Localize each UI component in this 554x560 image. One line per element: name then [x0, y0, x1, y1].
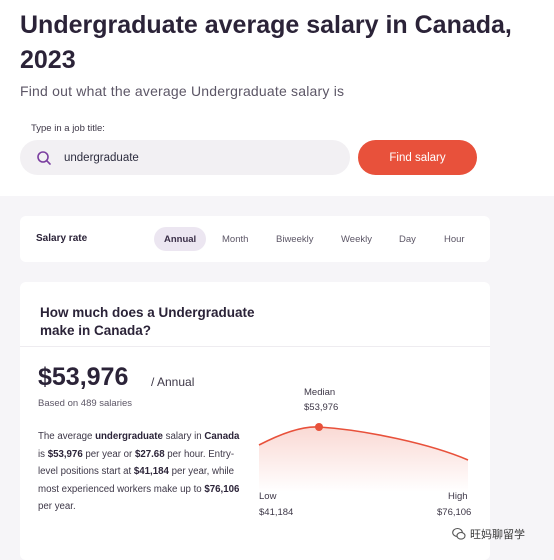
desc-text: per year. [38, 501, 76, 512]
low-label: Low [259, 491, 277, 502]
salary-question-heading: How much does a Undergraduate make in Ca… [40, 305, 255, 338]
page-subtitle: Find out what the average Undergraduate … [20, 83, 345, 99]
high-value: $76,106 [437, 507, 472, 518]
desc-text: per year or [82, 448, 135, 460]
tab-annual[interactable]: Annual [154, 227, 207, 251]
salary-description: The average undergraduate salary in Cana… [38, 428, 244, 516]
page-title: Undergraduate average salary in Canada, … [20, 11, 512, 74]
desc-hourly: $27.68 [134, 448, 165, 460]
watermark: 旺妈聊留学 [452, 526, 525, 542]
desc-entry: $41,184 [133, 466, 169, 477]
salary-summary-card: How much does a Undergraduate make in Ca… [20, 282, 490, 560]
watermark-text: 旺妈聊留学 [470, 529, 525, 541]
desc-text: The average [38, 431, 96, 442]
desc-annual: $53,976 [47, 448, 83, 460]
job-title-search-input[interactable]: undergraduate [20, 140, 350, 175]
search-icon [36, 150, 52, 166]
search-label: Type in a job title: [31, 123, 105, 134]
desc-job: undergraduate [95, 431, 163, 442]
find-salary-button[interactable]: Find salary [358, 140, 477, 175]
tab-month[interactable]: Month [212, 227, 258, 251]
tab-weekly[interactable]: Weekly [331, 227, 382, 251]
desc-country: Canada [204, 431, 240, 442]
low-value: $41,184 [259, 507, 294, 518]
tab-biweekly[interactable]: Biweekly [266, 227, 324, 251]
high-label: High [448, 491, 468, 502]
median-marker [315, 423, 323, 431]
search-value[interactable]: undergraduate [64, 152, 139, 164]
desc-text: salary in [162, 431, 205, 442]
salary-rate-card: Salary rate Annual Month Biweekly Weekly… [20, 216, 490, 262]
salary-distribution-chart: Median $53,976 Low $41,184 High $76,106 [256, 382, 486, 522]
tab-hour[interactable]: Hour [434, 227, 475, 251]
salary-rate-label: Salary rate [36, 233, 88, 244]
average-salary-amount: $53,976 [38, 363, 129, 391]
desc-text: is [38, 448, 48, 460]
wechat-icon [452, 527, 466, 541]
tab-day[interactable]: Day [389, 227, 426, 251]
hero-section: Undergraduate average salary in Canada, … [0, 0, 554, 196]
card-divider [20, 346, 490, 347]
desc-top: $76,106 [204, 483, 240, 495]
salary-period: / Annual [151, 375, 195, 389]
salary-sample-size: Based on 489 salaries [38, 398, 133, 409]
